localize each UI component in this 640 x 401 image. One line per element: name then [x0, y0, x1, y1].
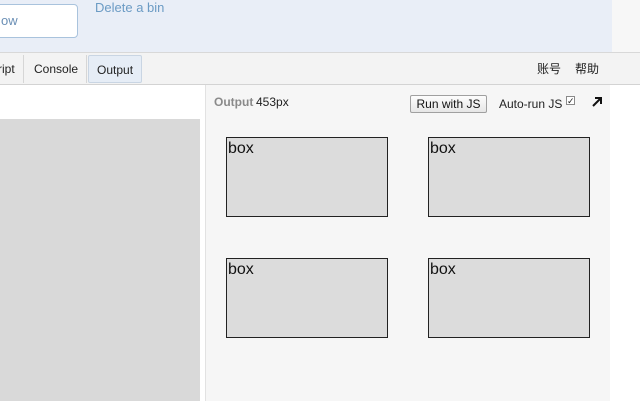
right-edge: [610, 85, 640, 401]
top-bar: ow Delete a bin: [0, 0, 640, 52]
output-width: 453px: [256, 95, 289, 109]
bin-name-input[interactable]: ow: [0, 4, 78, 38]
output-box: box: [226, 258, 388, 338]
autorun-label: Auto-run JS: [499, 97, 563, 111]
output-box: box: [428, 258, 590, 338]
run-with-js-button[interactable]: Run with JS: [410, 95, 487, 113]
autorun-checkbox[interactable]: ✓: [566, 96, 575, 106]
tab-console[interactable]: Console: [26, 55, 88, 83]
editor-preview-area: [0, 119, 200, 401]
account-link[interactable]: 账号: [537, 55, 561, 83]
output-title: Output: [214, 95, 254, 109]
panel-toolbar: ript Console Output 账号 帮助: [0, 52, 640, 85]
top-right-strip: [612, 0, 640, 52]
help-link[interactable]: 帮助: [575, 55, 599, 83]
delete-bin-link[interactable]: Delete a bin: [95, 0, 164, 15]
tab-output[interactable]: Output: [88, 55, 143, 83]
output-box: box: [226, 137, 388, 217]
output-box: box: [428, 137, 590, 217]
tab-javascript[interactable]: ript: [0, 55, 24, 83]
expand-icon[interactable]: [591, 96, 603, 108]
output-pane: [206, 85, 610, 401]
